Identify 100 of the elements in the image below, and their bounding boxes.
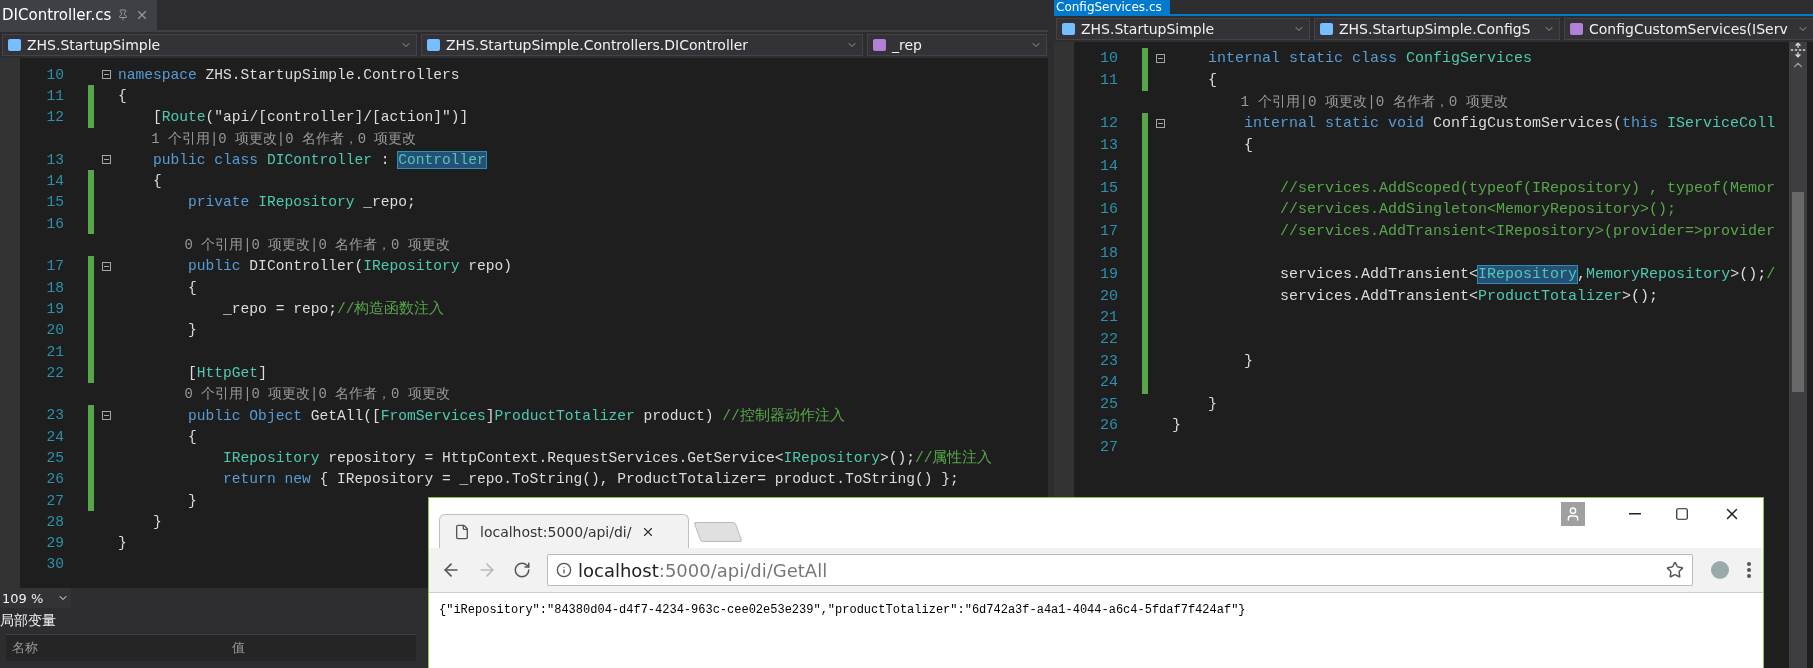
page-icon (454, 523, 470, 540)
nav-dropdown[interactable]: ConfigCustomServices(IServ (1564, 18, 1813, 40)
line-number: 20 (1099, 287, 1118, 305)
code-line: private IRepository _repo; (187, 194, 416, 211)
info-icon (556, 562, 572, 578)
code-line: _repo = repo;//构造函数注入 (222, 299, 445, 319)
collapse-icon[interactable] (101, 70, 111, 80)
code-lens-hint[interactable]: 1 个引用|0 项更改|0 名作者，0 项更改 (118, 129, 417, 148)
line-number: 29 (45, 535, 64, 552)
nav-dropdown[interactable]: ZHS.StartupSimple.ConfigS (1314, 18, 1560, 40)
code-line: { (187, 428, 197, 445)
line-number: 24 (45, 428, 64, 445)
code-line: services.AddTransient<IRepository,MemoryRepository>();/ (1279, 266, 1776, 284)
collapse-icon[interactable] (101, 410, 111, 420)
code-line: } (187, 492, 197, 509)
menu-icon (1747, 562, 1751, 578)
code-lens-hint[interactable]: 1 个引用|0 项更改|0 名作者，0 项更改 (1172, 92, 1508, 112)
collapse-icon[interactable] (1155, 54, 1165, 64)
line-number: 26 (1099, 417, 1118, 435)
code-line: public class DIController : Controller (152, 151, 486, 168)
line-number: 19 (45, 300, 64, 317)
line-number: 17 (1099, 223, 1118, 241)
line-number: 30 (45, 556, 64, 573)
line-number: 13 (1099, 136, 1118, 154)
code-line: //services.AddTransient<IRepository>(provider=>provider (1279, 223, 1776, 241)
maximize-icon (1675, 507, 1689, 521)
line-number: 22 (45, 364, 64, 381)
line-number: 16 (1099, 201, 1118, 219)
line-number: 25 (1099, 395, 1118, 413)
code-line: { (1243, 136, 1253, 154)
code-line: } (1243, 352, 1253, 370)
code-line: } (187, 322, 197, 339)
scrollbar[interactable] (1789, 42, 1807, 668)
nav-dropdown[interactable]: _rep (867, 34, 1047, 56)
line-number: 27 (45, 492, 64, 509)
code-line: [Route(″api/[controller]/[action]″)] (152, 109, 469, 126)
collapse-icon[interactable] (101, 261, 111, 271)
code-line: //services.AddScoped(typeof(IRepository) , typeof(Memor (1279, 179, 1776, 197)
code-lens-hint[interactable]: 0 个引用|0 项更改|0 名作者，0 项更改 (118, 236, 450, 254)
line-number: 16 (45, 215, 64, 232)
line-number: 11 (1099, 71, 1118, 89)
zoom-dropdown[interactable]: 109 % (0, 588, 72, 608)
line-number: 21 (1099, 309, 1118, 327)
nav-dropdown[interactable]: ZHS.StartupSimple (1056, 18, 1310, 40)
code-line: internal static class ConfigServices (1207, 50, 1533, 68)
pin-icon (117, 9, 130, 21)
code-line: internal static void ConfigCustomServices(this IServiceColl (1243, 115, 1776, 133)
line-number: 18 (45, 279, 64, 296)
scroll-thumb[interactable] (1792, 192, 1804, 392)
line-number: 10 (1099, 50, 1118, 68)
code-line: } (152, 513, 162, 530)
line-number: 14 (1099, 158, 1118, 176)
code-line: [HttpGet] (187, 364, 267, 381)
document-tab[interactable]: DIController.cs (0, 0, 158, 30)
line-number: 25 (45, 450, 64, 466)
profile-avatar[interactable] (1561, 502, 1585, 526)
code-line: namespace ZHS.StartupSimple.Controllers (118, 66, 460, 83)
code-line: { (118, 87, 127, 104)
column-header[interactable]: 值 (226, 635, 416, 661)
code-lens-hint[interactable]: 0 个引用|0 项更改|0 名作者，0 项更改 (118, 385, 450, 404)
code-line: return new { IRepository = _repo.ToString(), ProductTotalizer= product.ToString() }; (222, 471, 959, 488)
line-number: 12 (45, 109, 64, 126)
line-number: 23 (45, 407, 64, 424)
line-number: 13 (45, 151, 64, 168)
nav-dropdown[interactable]: ZHS.StartupSimple.Controllers.DIController (421, 34, 863, 56)
code-line: } (118, 535, 127, 552)
line-number: 27 (1099, 439, 1118, 456)
minimize-icon (1629, 513, 1641, 515)
code-line: //services.AddSingleton<MemoryRepository>(); (1279, 201, 1677, 219)
panel-title: 局部变量 (0, 611, 56, 630)
line-number: 26 (45, 471, 64, 488)
code-line: IRepository repository = HttpContext.RequestServices.GetService<IRepository>();//属性注入 (222, 448, 993, 468)
line-number: 18 (1099, 244, 1118, 262)
code-line: { (187, 279, 197, 296)
line-number: 23 (1099, 352, 1118, 370)
line-number: 22 (1099, 331, 1118, 348)
address-bar[interactable]: localhost:5000/api/di/GetAll (547, 554, 1693, 586)
line-number: 24 (1099, 374, 1118, 392)
line-number: 21 (45, 343, 64, 360)
splitter-icon (1790, 42, 1806, 58)
line-number: 10 (45, 66, 64, 83)
column-header[interactable]: 名称 (6, 635, 226, 661)
line-number: 14 (45, 173, 64, 190)
nav-dropdown[interactable]: ZHS.StartupSimple (2, 34, 417, 56)
line-number: 15 (1099, 179, 1118, 197)
line-number: 20 (45, 322, 64, 339)
browser-tab[interactable]: localhost:5000/api/di/ (439, 514, 689, 548)
line-number: 17 (45, 258, 64, 275)
code-line: services.AddTransient<ProductTotalizer>(); (1279, 287, 1659, 305)
line-number: 28 (45, 513, 64, 530)
code-line: { (152, 173, 162, 190)
collapse-icon[interactable] (1155, 119, 1165, 129)
json-response: {"iRepository":"84380d04-d4f7-4234-963c-cee02e53e239","productTotalizer":"6d742a3f-a4a1-4044-a6c4-5fdaf7f424af"} (438, 602, 1247, 619)
document-tab[interactable]: ConfigServices.cs (1054, 0, 1170, 14)
line-number: 11 (45, 87, 64, 104)
code-line: } (1207, 395, 1217, 413)
code-line: } (1172, 417, 1181, 435)
bookmark-star-icon (1666, 561, 1684, 579)
collapse-icon[interactable] (101, 155, 111, 165)
code-line: public DIController(IRepository repo) (187, 258, 513, 275)
